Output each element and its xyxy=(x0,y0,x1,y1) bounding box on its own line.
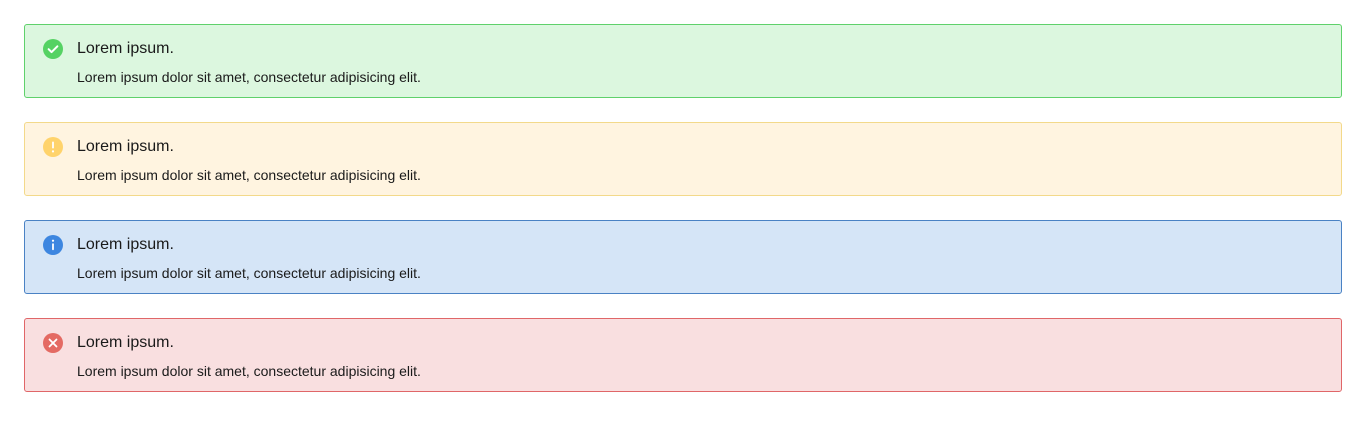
alerts-list: Lorem ipsum. Lorem ipsum dolor sit amet,… xyxy=(24,24,1342,416)
alert-warning: Lorem ipsum. Lorem ipsum dolor sit amet,… xyxy=(24,122,1342,196)
alert-info: Lorem ipsum. Lorem ipsum dolor sit amet,… xyxy=(24,220,1342,294)
alert-description: Lorem ipsum dolor sit amet, consectetur … xyxy=(77,167,421,183)
alert-description: Lorem ipsum dolor sit amet, consectetur … xyxy=(77,69,421,85)
alert-description: Lorem ipsum dolor sit amet, consectetur … xyxy=(77,265,421,281)
alert-title: Lorem ipsum. xyxy=(77,334,174,351)
exclamation-circle-icon xyxy=(43,137,63,157)
check-circle-icon xyxy=(43,39,63,59)
info-circle-icon xyxy=(43,235,63,255)
alert-title: Lorem ipsum. xyxy=(77,138,174,155)
alert-error: Lorem ipsum. Lorem ipsum dolor sit amet,… xyxy=(24,318,1342,392)
alert-title: Lorem ipsum. xyxy=(77,236,174,253)
alert-description: Lorem ipsum dolor sit amet, consectetur … xyxy=(77,363,421,379)
close-circle-icon xyxy=(43,333,63,353)
alert-title: Lorem ipsum. xyxy=(77,40,174,57)
alert-success: Lorem ipsum. Lorem ipsum dolor sit amet,… xyxy=(24,24,1342,98)
